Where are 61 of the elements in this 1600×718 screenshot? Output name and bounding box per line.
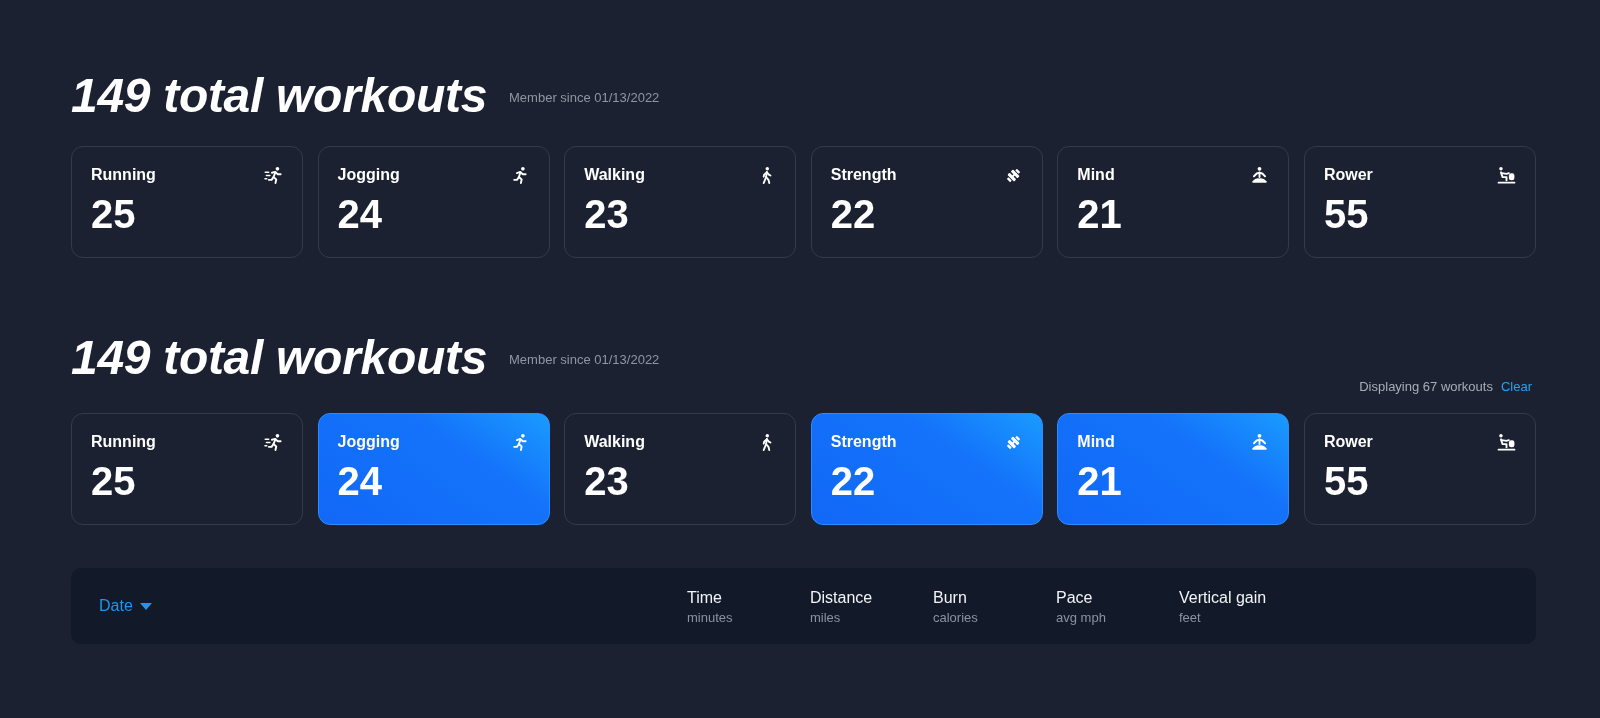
meditating-figure-icon <box>1250 432 1270 452</box>
workout-type-label: Rower <box>1323 166 1373 184</box>
meditating-figure-icon <box>1250 165 1270 185</box>
workout-card[interactable]: Running 25 <box>71 146 304 258</box>
member-since-text: Member since 01/13/2022 <box>509 352 660 368</box>
workout-count: 55 <box>1323 461 1370 501</box>
workout-card[interactable]: Mind 21 <box>1057 413 1290 525</box>
column-unit: miles <box>810 609 841 625</box>
workout-type-label: Mind <box>1077 433 1115 451</box>
rowing-machine-icon <box>1497 432 1516 452</box>
column-unit: feet <box>1179 609 1201 625</box>
workout-count: 25 <box>91 194 137 234</box>
workout-type-label: Walking <box>584 166 645 184</box>
workout-count: 55 <box>1323 194 1370 234</box>
date-sort-button[interactable]: Date <box>99 597 152 615</box>
rowing-machine-icon <box>1497 165 1516 185</box>
column-title[interactable]: Time <box>687 587 722 607</box>
runner-speed-lines-icon <box>264 432 284 452</box>
workout-card[interactable]: Mind 21 <box>1057 146 1290 258</box>
workout-card[interactable]: Rower 55 <box>1303 413 1536 525</box>
workout-count: 25 <box>91 461 137 501</box>
workout-count: 22 <box>830 461 877 501</box>
workout-type-label: Mind <box>1077 166 1115 184</box>
workout-type-label: Walking <box>584 433 645 451</box>
member-since-text: Member since 01/13/2022 <box>509 90 660 106</box>
column-unit: minutes <box>687 609 733 625</box>
workout-card[interactable]: Running 25 <box>71 413 304 525</box>
workout-type-label: Rower <box>1323 433 1373 451</box>
workout-type-label: Running <box>91 433 156 451</box>
workout-count: 23 <box>584 461 630 501</box>
workout-card[interactable]: Strength 22 <box>810 146 1043 258</box>
runner-icon <box>510 432 530 452</box>
workout-type-label: Jogging <box>337 166 400 184</box>
workout-count: 23 <box>584 194 630 234</box>
column-unit: avg mph <box>1056 609 1106 625</box>
workouts-total-heading: 149 total workouts <box>71 338 488 378</box>
displaying-count-text: Displaying 67 workouts <box>1359 379 1493 395</box>
workout-count: 24 <box>337 461 384 501</box>
runner-speed-lines-icon <box>264 165 284 185</box>
workout-type-label: Strength <box>830 433 897 451</box>
column-title[interactable]: Distance <box>810 587 873 607</box>
workout-card[interactable]: Strength 22 <box>810 413 1043 525</box>
workout-type-label: Strength <box>830 166 897 184</box>
column-title[interactable]: Vertical gain <box>1179 587 1267 607</box>
workout-card[interactable]: Walking 23 <box>564 413 797 525</box>
runner-icon <box>510 165 530 185</box>
workout-card[interactable]: Jogging 24 <box>317 413 550 525</box>
workout-card[interactable]: Jogging 24 <box>317 146 550 258</box>
workout-type-label: Jogging <box>337 433 400 451</box>
workout-count: 21 <box>1077 461 1123 501</box>
column-unit: calories <box>933 609 978 625</box>
workout-card[interactable]: Walking 23 <box>564 146 797 258</box>
workout-count: 21 <box>1077 194 1123 234</box>
clear-link[interactable]: Clear <box>1500 379 1532 395</box>
workout-count: 22 <box>830 194 877 234</box>
column-title[interactable]: Burn <box>933 587 967 607</box>
workout-card[interactable]: Rower 55 <box>1303 146 1536 258</box>
workout-type-label: Running <box>91 166 156 184</box>
workout-count: 24 <box>337 194 384 234</box>
column-title[interactable]: Pace <box>1056 587 1093 607</box>
workouts-total-heading: 149 total workouts <box>71 76 488 116</box>
